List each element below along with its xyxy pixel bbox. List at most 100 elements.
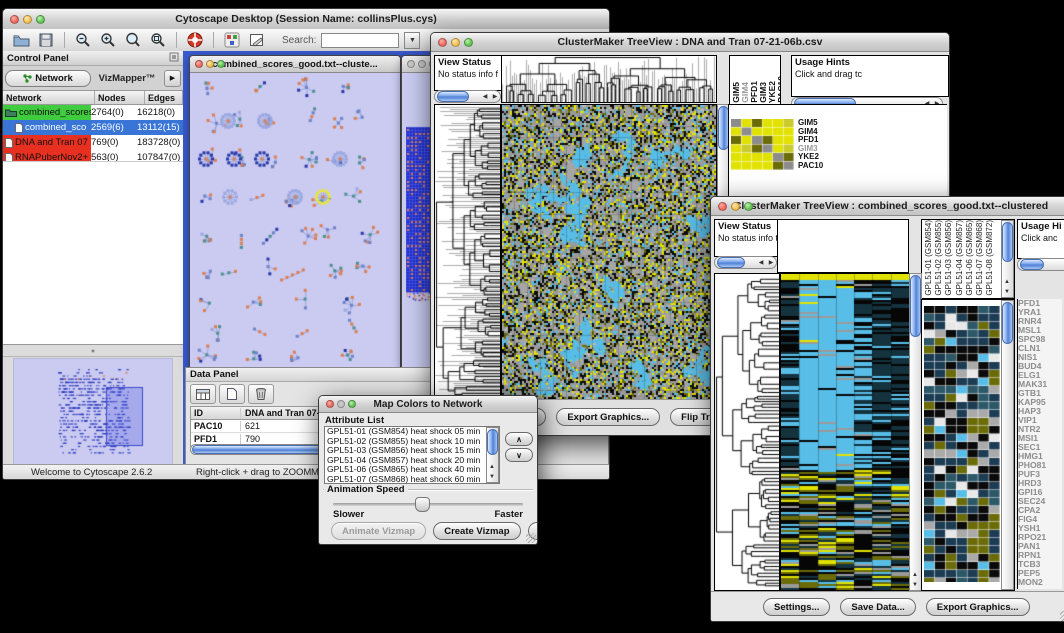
float-panel-icon[interactable]	[169, 52, 179, 65]
minimize-button[interactable]	[206, 60, 214, 68]
scroll-right-icon[interactable]: ▶	[766, 258, 776, 268]
view-status-hscrollbar[interactable]: ◀ ▶	[714, 256, 777, 269]
close-button[interactable]	[326, 400, 334, 408]
treeview2-button[interactable]: Export Graphics...	[926, 598, 1030, 616]
usage-hscrollbar[interactable]	[1017, 258, 1064, 271]
column-label: YKE2	[767, 81, 775, 103]
treeview2-button[interactable]: Settings...	[763, 598, 830, 616]
select-attributes-button[interactable]	[190, 384, 216, 404]
dialog-titlebar[interactable]: Map Colors to Network	[319, 396, 537, 413]
scroll-down-icon[interactable]: ▼	[1002, 287, 1012, 297]
scroll-up-icon[interactable]: ▲	[910, 570, 920, 580]
scroll-up-icon[interactable]: ▲	[1002, 277, 1012, 287]
zoom-button[interactable]	[36, 15, 45, 24]
search-dropdown-button[interactable]: ▼	[404, 32, 420, 49]
help-button[interactable]	[185, 31, 205, 49]
mini-heatmap-canvas[interactable]	[731, 119, 794, 170]
scroll-left-icon[interactable]: ◀	[480, 92, 490, 102]
list-vscrollbar[interactable]: ▲ ▼	[486, 427, 499, 483]
heatmap-canvas[interactable]	[780, 273, 910, 591]
scrollbar-thumb[interactable]	[1002, 302, 1013, 344]
resize-grip[interactable]	[1060, 611, 1064, 621]
close-button[interactable]	[195, 60, 203, 68]
heatmap-canvas[interactable]	[501, 104, 717, 400]
network-view-titlebar[interactable]: combined_scores_good.txt--cluste...	[190, 56, 400, 73]
row-dendrogram-canvas[interactable]	[434, 104, 501, 400]
network-list-row[interactable]: DNA and Tran 07 769(0) 183728(0)	[3, 135, 183, 150]
column-dendrogram-area[interactable]	[777, 219, 909, 273]
attribute-listbox[interactable]: GPL51-01 (GSM854) heat shock 05 minGPL51…	[324, 426, 500, 484]
open-session-button[interactable]	[11, 31, 31, 49]
zoom-selected-icon	[150, 32, 166, 48]
column-dendrogram-canvas[interactable]	[501, 55, 717, 103]
annotation-button[interactable]	[247, 31, 267, 49]
minimize-button[interactable]	[337, 400, 345, 408]
gene-label[interactable]: MON2	[1018, 578, 1062, 587]
scroll-up-icon[interactable]: ▲	[487, 462, 497, 472]
tab-network[interactable]: Network	[5, 70, 91, 87]
network-graph-canvas[interactable]	[190, 73, 398, 369]
zoom-button[interactable]	[217, 60, 225, 68]
row-dendrogram-canvas[interactable]	[714, 273, 780, 591]
usage-hints-text: Click and drag tc	[795, 69, 862, 79]
scrollbar-thumb[interactable]	[1002, 222, 1013, 262]
close-button[interactable]	[438, 38, 447, 47]
resize-grip[interactable]	[526, 533, 536, 543]
scrollbar-thumb[interactable]	[910, 275, 921, 337]
network-list-row[interactable]: combined_scores 2764(0) 16218(0)	[3, 105, 183, 120]
zoom-heatmap-canvas[interactable]	[924, 306, 1000, 582]
attribute-list-item[interactable]: GPL51-07 (GSM868) heat shock 60 min	[325, 475, 485, 485]
view-status-hscrollbar[interactable]: ◀ ▶	[434, 90, 501, 103]
dialog-button[interactable]: Create Vizmap	[433, 522, 520, 540]
zoom-button[interactable]	[348, 400, 356, 408]
new-attribute-button[interactable]	[219, 384, 245, 404]
scroll-left-icon[interactable]: ◀	[756, 258, 766, 268]
minimize-button[interactable]	[23, 15, 32, 24]
annotation-icon	[249, 33, 265, 48]
birdseye-header[interactable]	[3, 345, 183, 357]
scroll-right-icon[interactable]: ▶	[490, 92, 500, 102]
close-button[interactable]	[718, 202, 727, 211]
zoom-in-button[interactable]	[98, 31, 118, 49]
birdseye-canvas[interactable]	[13, 358, 173, 466]
scrollbar-thumb[interactable]	[717, 257, 745, 268]
zoom-selected-button[interactable]	[148, 31, 168, 49]
zoom-button[interactable]	[464, 38, 473, 47]
zoom-fit-button[interactable]	[123, 31, 143, 49]
col-nodes[interactable]: Nodes	[95, 91, 145, 104]
save-session-button[interactable]	[36, 31, 56, 49]
scroll-down-icon[interactable]: ▼	[487, 472, 497, 482]
dialog-button[interactable]: Animate Vizmap	[331, 522, 426, 540]
treeview2-button[interactable]: Save Data...	[840, 598, 915, 616]
move-up-button[interactable]: ∧	[505, 432, 533, 446]
close-button[interactable]	[407, 60, 415, 68]
treeview2-titlebar[interactable]: ClusterMaker TreeView : combined_scores_…	[711, 197, 1064, 216]
scrollbar-thumb[interactable]	[437, 91, 469, 102]
speed-slider-thumb[interactable]	[415, 497, 430, 512]
col-edges[interactable]: Edges	[145, 91, 183, 104]
minimize-button[interactable]	[418, 60, 426, 68]
close-button[interactable]	[10, 15, 19, 24]
vizmapper-button[interactable]	[222, 31, 242, 49]
tab-vizmapper[interactable]: VizMapper™	[91, 71, 163, 86]
col-id[interactable]: ID	[191, 408, 241, 418]
window-controls	[718, 202, 753, 211]
treeview1-button[interactable]: Export Graphics...	[556, 408, 660, 426]
tab-overflow-button[interactable]: ▶	[164, 70, 181, 87]
scroll-down-icon[interactable]: ▼	[910, 580, 920, 590]
minimize-button[interactable]	[731, 202, 740, 211]
network-list-row[interactable]: combined_sco 2569(6) 13112(15)	[3, 120, 183, 135]
minimize-button[interactable]	[451, 38, 460, 47]
scrollbar-thumb[interactable]	[1020, 259, 1044, 270]
col-network[interactable]: Network	[3, 91, 95, 104]
main-titlebar[interactable]: Cytoscape Desktop (Session Name: collins…	[3, 9, 609, 30]
scrollbar-thumb[interactable]	[487, 429, 498, 455]
search-input[interactable]	[321, 33, 399, 48]
zoom-out-button[interactable]	[73, 31, 93, 49]
delete-attribute-button[interactable]	[248, 384, 274, 404]
labels-vscrollbar[interactable]: ▲ ▼	[1001, 220, 1014, 298]
move-down-button[interactable]: ∨	[505, 448, 533, 462]
treeview1-titlebar[interactable]: ClusterMaker TreeView : DNA and Tran 07-…	[431, 33, 949, 52]
zoom-vscrollbar[interactable]	[1001, 300, 1014, 590]
zoom-button[interactable]	[744, 202, 753, 211]
